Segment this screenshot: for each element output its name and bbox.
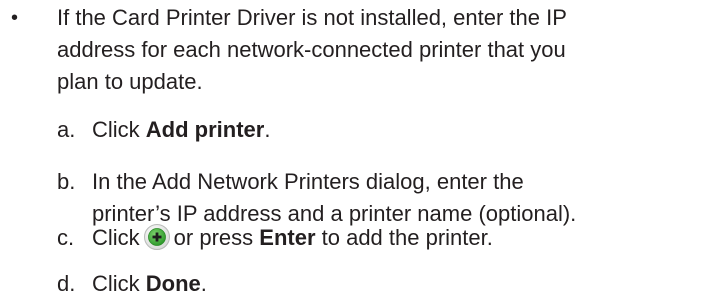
step-text: In the Add Network Printers dialog, ente… [92, 166, 576, 230]
step-text: Click or press Enter to add the printer. [92, 222, 493, 254]
bullet-item: • If the Card Printer Driver is not inst… [0, 0, 712, 306]
step-text-pre: Click [92, 271, 146, 296]
step-letter: d. [57, 271, 76, 296]
step-text-post: to add the printer. [315, 225, 493, 250]
bullet-line: plan to update. [57, 69, 203, 94]
done-label: Done [145, 271, 201, 296]
step-text: Click Done. [92, 268, 207, 300]
bullet-marker: • [11, 7, 19, 29]
step-letter: b. [57, 169, 76, 194]
step-text-pre: Click [92, 117, 146, 142]
step-text-mid: or press [173, 225, 260, 250]
add-circle-icon [143, 224, 170, 251]
bullet-line: If the Card Printer Driver is not instal… [57, 5, 567, 30]
step-text-post: . [264, 117, 271, 142]
step-text-pre: Click [92, 225, 140, 250]
step-text-post: . [200, 271, 207, 296]
step-letter: a. [57, 117, 76, 142]
bullet-paragraph: If the Card Printer Driver is not instal… [57, 2, 697, 98]
step-letter: c. [57, 225, 75, 250]
enter-key-label: Enter [259, 225, 316, 250]
bullet-line: address for each network-connected print… [57, 37, 566, 62]
add-printer-label: Add printer [145, 117, 265, 142]
step-text: Click Add printer. [92, 114, 270, 146]
step-line: In the Add Network Printers dialog, ente… [92, 169, 524, 194]
